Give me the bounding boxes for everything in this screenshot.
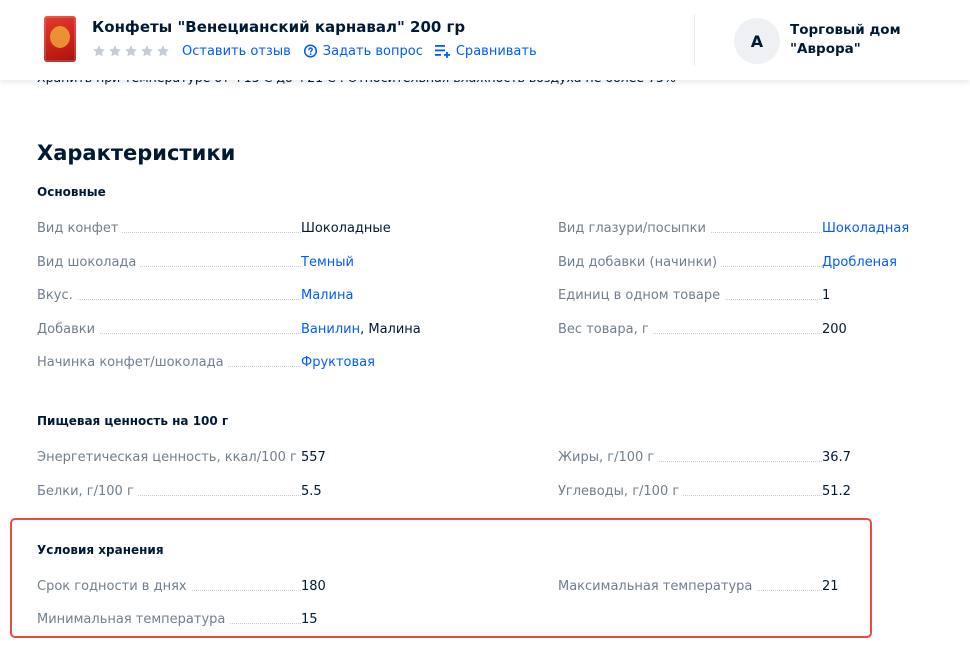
- spec-value: 557: [301, 450, 326, 465]
- spec-value: 36.7: [822, 450, 851, 465]
- rating-stars[interactable]: [92, 44, 172, 58]
- leave-review-link[interactable]: Оставить отзыв: [182, 44, 291, 59]
- question-bubble-icon: [303, 43, 317, 58]
- product-meta-row: Оставить отзыв Задать вопрос Сравнивать: [92, 41, 549, 61]
- group-title-nutrition: Пищевая ценность на 100 г: [37, 414, 229, 428]
- ask-question-link[interactable]: Задать вопрос: [303, 44, 423, 59]
- spec-value-link[interactable]: Шоколадная: [822, 221, 909, 236]
- spec-label: Энергетическая ценность, ккал/100 г: [37, 450, 301, 465]
- spec-label: Вкус.: [37, 288, 77, 303]
- spec-value-link[interactable]: Малина: [301, 288, 353, 303]
- compare-list-icon: [434, 45, 450, 58]
- star-icon: [109, 45, 121, 57]
- spec-label: Вес товара, г: [558, 322, 653, 337]
- star-icon: [93, 45, 105, 57]
- spec-label: Вид шоколада: [37, 255, 141, 270]
- spec-value: Шоколадные: [301, 221, 391, 236]
- spec-value-link[interactable]: Фруктовая: [301, 355, 375, 370]
- star-icon: [157, 45, 169, 57]
- spec-row: Срок годности в днях 180: [37, 574, 326, 594]
- spec-row: Вкус. Малина: [37, 283, 353, 303]
- spec-row: Добавки Ванилин, Малина: [37, 317, 421, 337]
- spec-row: Единиц в одном товаре 1: [558, 283, 830, 303]
- spec-value: 200: [822, 322, 847, 337]
- spec-value-link[interactable]: Темный: [301, 255, 354, 270]
- spec-label: Жиры, г/100 г: [558, 450, 659, 465]
- spec-row: Белки, г/100 г 5.5: [37, 479, 322, 499]
- seller-avatar[interactable]: A: [734, 18, 780, 64]
- sticky-product-header: Конфеты "Венецианский карнавал" 200 гр О…: [0, 0, 970, 80]
- spec-label: Единиц в одном товаре: [558, 288, 725, 303]
- spec-label: Углеводы, г/100 г: [558, 484, 684, 499]
- spec-label: Вид конфет: [37, 221, 123, 236]
- spec-row: Энергетическая ценность, ккал/100 г 557: [37, 445, 326, 465]
- spec-value: 21: [822, 579, 839, 594]
- spec-value-link[interactable]: Дробленая: [822, 255, 897, 270]
- star-icon: [141, 45, 153, 57]
- seller-name-link[interactable]: Торговый дом "Аврора": [790, 21, 950, 59]
- compare-link[interactable]: Сравнивать: [434, 43, 537, 59]
- spec-row: Начинка конфет/шоколада Фруктовая: [37, 350, 375, 370]
- spec-value: , Малина: [360, 322, 421, 337]
- product-thumbnail[interactable]: [44, 16, 76, 62]
- leave-review-label: Оставить отзыв: [182, 43, 291, 59]
- spec-value: 1: [822, 288, 831, 303]
- spec-label: Добавки: [37, 322, 100, 337]
- spec-label: Максимальная температура: [558, 579, 757, 594]
- spec-row: Вид добавки (начинки) Дробленая: [558, 250, 897, 270]
- spec-row: Вес товара, г 200: [558, 317, 847, 337]
- spec-row: Минимальная температура 15: [37, 607, 318, 627]
- spec-label: Минимальная температура: [37, 612, 230, 627]
- product-title: Конфеты "Венецианский карнавал" 200 гр: [92, 18, 466, 36]
- spec-row: Жиры, г/100 г 36.7: [558, 445, 851, 465]
- spec-row: Углеводы, г/100 г 51.2: [558, 479, 851, 499]
- group-title-storage: Условия хранения: [37, 543, 164, 557]
- spec-row: Вид шоколада Темный: [37, 250, 354, 270]
- spec-value: 180: [301, 579, 326, 594]
- spec-value-link[interactable]: Ванилин: [301, 322, 360, 337]
- spec-value: 15: [301, 612, 318, 627]
- characteristics-title: Характеристики: [37, 141, 236, 165]
- compare-label: Сравнивать: [455, 43, 537, 59]
- star-icon: [125, 45, 137, 57]
- spec-label: Срок годности в днях: [37, 579, 191, 594]
- spec-label: Вид глазури/посыпки: [558, 221, 710, 236]
- group-title-main: Основные: [37, 185, 106, 199]
- spec-value: 51.2: [822, 484, 851, 499]
- spec-row: Вид глазури/посыпки Шоколадная: [558, 216, 909, 236]
- spec-row: Максимальная температура 21: [558, 574, 839, 594]
- spec-label: Белки, г/100 г: [37, 484, 138, 499]
- spec-label: Начинка конфет/шоколада: [37, 355, 228, 370]
- product-thumbnail-emblem: [50, 26, 70, 48]
- spec-label: Вид добавки (начинки): [558, 255, 722, 270]
- ask-question-label: Задать вопрос: [322, 43, 423, 59]
- spec-value: 5.5: [301, 484, 322, 499]
- spec-row: Вид конфет Шоколадные: [37, 216, 391, 236]
- header-divider: [694, 14, 695, 66]
